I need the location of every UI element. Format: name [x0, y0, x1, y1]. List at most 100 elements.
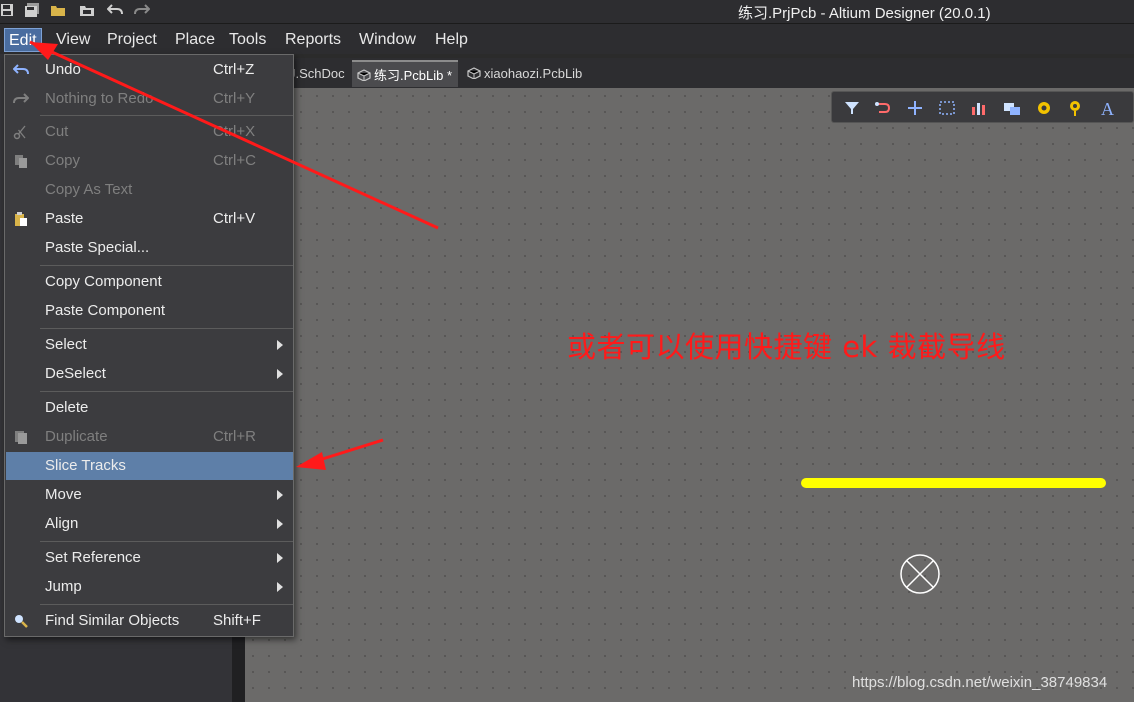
menu-separator [40, 541, 293, 542]
menu-item-paste[interactable]: Paste Ctrl+V [6, 205, 293, 233]
menu-item-label: Paste Special... [45, 239, 150, 256]
menu-separator [40, 604, 293, 605]
menu-item-copy-component[interactable]: Copy Component [6, 268, 293, 296]
submenu-arrow-icon [277, 369, 283, 379]
pcblib-icon [357, 69, 371, 81]
menu-separator [40, 328, 293, 329]
menu-item-jump[interactable]: Jump [6, 573, 293, 601]
redo-icon [13, 93, 29, 104]
find-icon [15, 615, 28, 628]
title-bar: 练习.PrjPcb - Altium Designer (20.0.1) [0, 0, 1134, 24]
menu-edit[interactable]: Edit [4, 28, 42, 52]
menu-item-shortcut: Ctrl+Z [213, 61, 255, 78]
menu-item-delete[interactable]: Delete [6, 394, 293, 422]
menu-item-redo[interactable]: Nothing to Redo Ctrl+Y [6, 85, 293, 113]
menu-item-shortcut: Ctrl+Y [213, 90, 256, 107]
menu-item-shortcut: Ctrl+V [213, 210, 256, 227]
menu-item-undo[interactable]: Undo Ctrl+Z [6, 56, 293, 84]
open-folder-icon[interactable] [50, 3, 68, 19]
document-tabs: J.SchDoc 练习.PcbLib * xiaohaozi.PcbLib [245, 58, 1134, 88]
undo-icon [13, 64, 29, 75]
menu-item-align[interactable]: Align [6, 510, 293, 538]
pcb-editor-canvas[interactable] [245, 88, 1134, 702]
submenu-arrow-icon [277, 340, 283, 350]
save-icon[interactable] [0, 3, 18, 19]
tab-xiaohaozi-pcblib[interactable]: xiaohaozi.PcbLib [462, 60, 588, 87]
pcb-track[interactable] [801, 478, 1106, 488]
menu-item-paste-special[interactable]: Paste Special... [6, 234, 293, 262]
menu-item-slice-tracks[interactable]: Slice Tracks [6, 452, 293, 480]
tab-label: 练习.PcbLib * [374, 68, 453, 83]
menu-tools[interactable]: Tools [225, 28, 270, 52]
menu-item-label: Duplicate [45, 428, 108, 445]
menu-item-label: Paste Component [45, 302, 166, 319]
submenu-arrow-icon [277, 582, 283, 592]
active-bar-toolbar: A [831, 91, 1134, 123]
open-project-icon[interactable] [79, 3, 97, 19]
menu-item-find-similar-objects[interactable]: Find Similar Objects Shift+F [6, 607, 293, 635]
menu-item-copy[interactable]: Copy Ctrl+C [6, 147, 293, 175]
menu-project[interactable]: Project [103, 28, 161, 52]
menu-item-shortcut: Ctrl+R [213, 428, 256, 445]
menu-item-paste-component[interactable]: Paste Component [6, 297, 293, 325]
watermark: https://blog.csdn.net/weixin_38749834 [852, 674, 1108, 691]
select-rect-icon[interactable] [937, 98, 957, 118]
menu-item-label: Copy [45, 152, 81, 169]
menu-item-label: Copy Component [45, 273, 162, 290]
duplicate-icon [15, 431, 27, 444]
menu-item-label: Align [45, 515, 79, 532]
menu-item-label: Slice Tracks [45, 457, 126, 474]
menu-bar: Edit View Project Place Tools Reports Wi… [0, 24, 1134, 54]
redo-icon[interactable] [134, 3, 152, 19]
menu-item-move[interactable]: Move [6, 481, 293, 509]
menu-view[interactable]: View [52, 28, 94, 52]
paste-icon [15, 212, 27, 226]
menu-item-select[interactable]: Select [6, 331, 293, 359]
copy-icon [15, 155, 27, 168]
window-title: 练习.PrjPcb - Altium Designer (20.0.1) [738, 5, 991, 22]
scissors-icon [13, 125, 26, 140]
pcblib-icon [467, 67, 481, 79]
menu-item-label: Copy As Text [45, 181, 133, 198]
component-icon[interactable] [1002, 98, 1022, 118]
submenu-arrow-icon [277, 490, 283, 500]
route-icon[interactable] [873, 98, 893, 118]
pad-icon[interactable] [1034, 98, 1054, 118]
menu-item-label: Move [45, 486, 82, 503]
menu-item-label: Undo [45, 61, 81, 78]
menu-item-cut[interactable]: Cut Ctrl+X [6, 118, 293, 146]
menu-item-deselect[interactable]: DeSelect [6, 360, 293, 388]
menu-item-shortcut: Ctrl+C [213, 152, 256, 169]
menu-reports[interactable]: Reports [281, 28, 345, 52]
menu-place[interactable]: Place [171, 28, 219, 52]
tab-pcblib-active[interactable]: 练习.PcbLib * [352, 60, 459, 87]
undo-icon[interactable] [107, 3, 125, 19]
menu-help[interactable]: Help [431, 28, 472, 52]
submenu-arrow-icon [277, 519, 283, 529]
menu-separator [40, 391, 293, 392]
menu-item-shortcut: Shift+F [213, 612, 261, 629]
edit-menu-dropdown: Undo Ctrl+Z Nothing to Redo Ctrl+Y Cut C… [4, 54, 294, 637]
via-icon[interactable] [1066, 98, 1086, 118]
origin-marker-icon [900, 554, 940, 594]
menu-window[interactable]: Window [355, 28, 420, 52]
tab-label: xiaohaozi.PcbLib [484, 66, 583, 81]
menu-item-set-reference[interactable]: Set Reference [6, 544, 293, 572]
menu-separator [40, 115, 293, 116]
filter-icon[interactable] [842, 98, 862, 118]
menu-item-copy-as-text[interactable]: Copy As Text [6, 176, 293, 204]
menu-item-label: Delete [45, 399, 89, 416]
menu-item-duplicate[interactable]: Duplicate Ctrl+R [6, 423, 293, 451]
save-all-icon[interactable] [24, 3, 42, 19]
crosshair-icon[interactable] [905, 98, 925, 118]
submenu-arrow-icon [277, 553, 283, 563]
menu-item-label: Paste [45, 210, 84, 227]
menu-item-label: Jump [45, 578, 82, 595]
text-icon[interactable]: A [1098, 98, 1118, 118]
menu-item-label: DeSelect [45, 365, 106, 382]
chart-icon[interactable] [969, 98, 989, 118]
menu-item-label: Find Similar Objects [45, 612, 180, 629]
menu-item-label: Cut [45, 123, 69, 140]
menu-separator [40, 265, 293, 266]
menu-item-label: Select [45, 336, 87, 353]
